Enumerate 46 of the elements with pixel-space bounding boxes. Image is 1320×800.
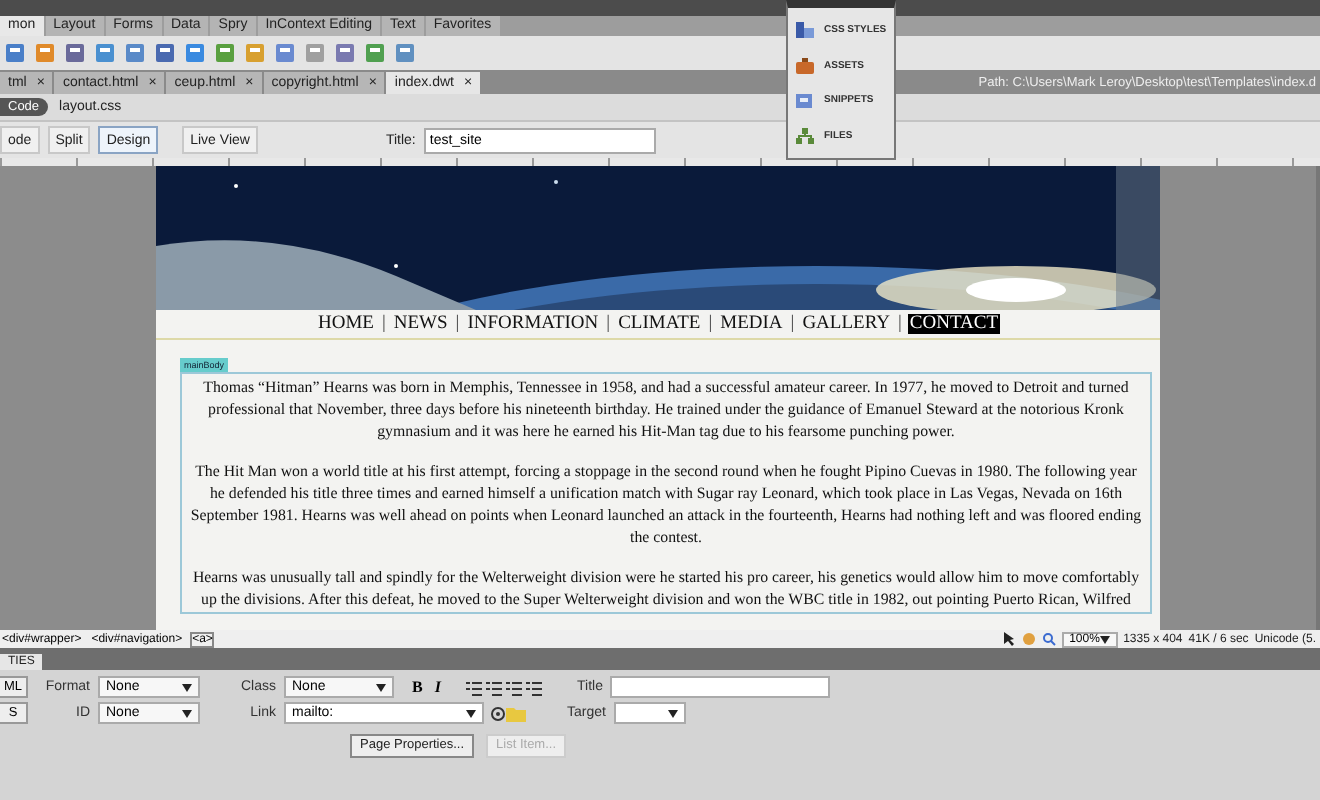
toolbar-icon[interactable] [94,42,116,64]
toolbar-icon[interactable] [394,42,416,64]
nav-separator: | [455,314,460,334]
nav-link[interactable]: NEWS [391,314,450,334]
document-icon [794,90,816,111]
nav-link[interactable]: CONTACT [907,314,1001,334]
toolbar-icon[interactable] [4,42,26,64]
toolbar-icon[interactable] [274,42,296,64]
pointer-icon[interactable] [1001,632,1016,646]
toolbar-icon[interactable] [214,42,236,64]
nav-link[interactable]: CLIMATE [616,314,703,334]
briefcase-icon [794,55,816,76]
toolbar-icon[interactable] [184,42,206,64]
bold-button[interactable]: B [406,678,429,696]
toolbar-icon[interactable] [334,42,356,64]
dropdown-caret-icon [1099,635,1110,643]
list-icons[interactable] [466,679,547,695]
toolbar-icon[interactable] [124,42,146,64]
toolbar-icon[interactable] [364,42,386,64]
nav-link[interactable]: HOME [315,314,376,334]
target-icon[interactable] [490,705,506,721]
toolbar-icon[interactable] [34,42,56,64]
nav-link[interactable]: MEDIA [718,314,785,334]
dropdown-caret-icon [668,709,678,717]
nav-link[interactable]: INFORMATION [465,314,601,334]
hand-icon[interactable] [1021,632,1036,646]
target-select[interactable] [614,702,686,724]
dropdown-caret-icon [376,683,386,691]
dropdown-caret-icon [466,709,476,717]
italic-button[interactable]: I [428,678,447,696]
nav-separator: | [708,314,713,334]
toolbar-icon[interactable] [304,42,326,64]
toolbar-icon[interactable] [154,42,176,64]
title-field[interactable] [610,676,831,698]
nav-separator: | [606,314,611,334]
nav-separator: | [898,314,902,334]
nav-link[interactable]: GALLERY [800,314,892,334]
dropdown-caret-icon [182,683,192,691]
zoom-icon[interactable] [1041,632,1056,646]
nav-separator: | [790,314,795,334]
stylesheet-icon [794,19,816,40]
file-tree-icon [794,126,816,147]
nav-separator: | [381,314,386,334]
toolbar-icon[interactable] [244,42,266,64]
toolbar-icon[interactable] [64,42,86,64]
dropdown-caret-icon [182,709,192,717]
